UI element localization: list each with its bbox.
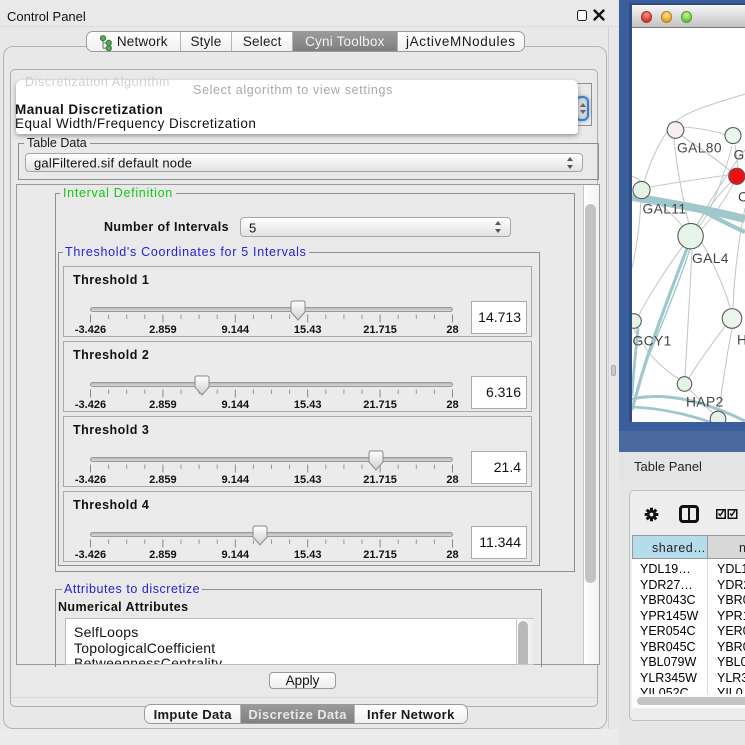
svg-text:GAL11: GAL11 (643, 202, 687, 217)
svg-text:GAL4: GAL4 (692, 251, 729, 266)
svg-text:GA: GA (734, 148, 745, 163)
svg-text:HAP2: HAP2 (686, 395, 724, 410)
svg-text:C: C (738, 190, 745, 205)
svg-text:H: H (737, 333, 745, 348)
svg-text:GCY1: GCY1 (633, 334, 672, 349)
svg-text:GAL80: GAL80 (677, 141, 722, 156)
